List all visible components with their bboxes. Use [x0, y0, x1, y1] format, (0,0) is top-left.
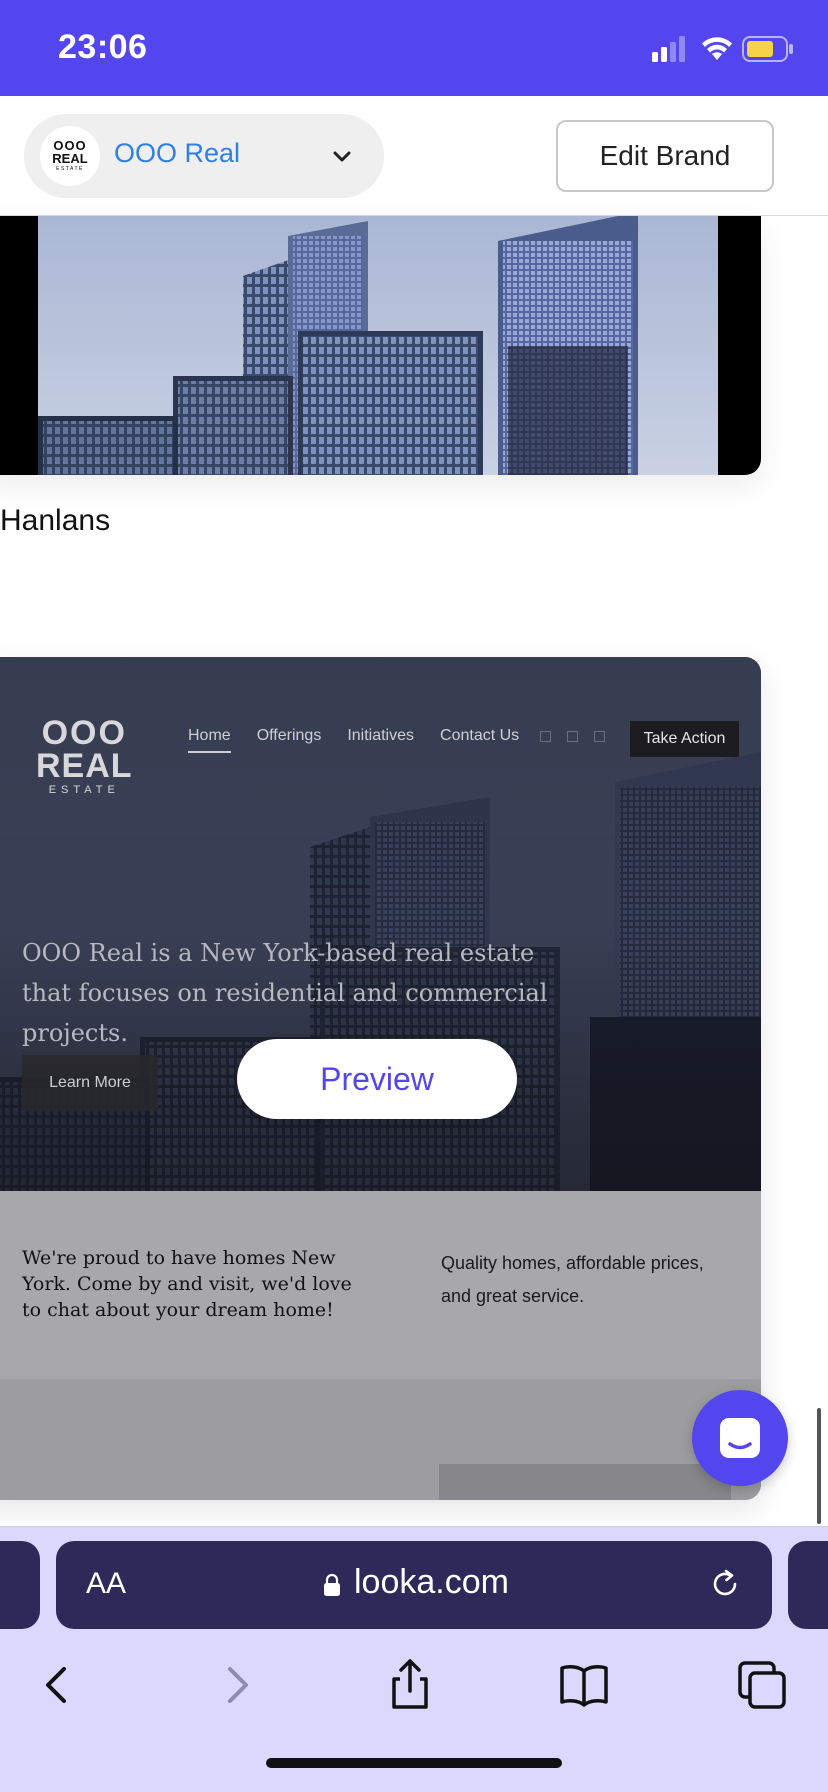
site-nav-contact: Contact Us	[440, 727, 520, 744]
template-card-image[interactable]	[0, 216, 761, 475]
hero-text: OOO Real is a New York-based real estate…	[22, 939, 548, 1047]
text-size-button[interactable]: AA	[86, 1567, 126, 1601]
bookmarks-icon[interactable]	[554, 1655, 614, 1715]
browser-bar: AA looka.com	[0, 1526, 828, 1792]
website-next-section	[0, 1379, 761, 1500]
home-indicator	[266, 1758, 562, 1768]
social-icon	[567, 731, 578, 742]
brand-logo-line3: ESTATE	[56, 166, 84, 172]
chat-icon	[720, 1418, 760, 1458]
site-logo-line1: OOO	[41, 714, 127, 752]
buildings-image	[38, 216, 718, 475]
take-action-button: Take Action	[630, 721, 739, 757]
battery-icon	[742, 36, 793, 62]
brand-header: OOO REAL ESTATE OOO Real Edit Brand	[0, 96, 828, 216]
brand-logo: OOO REAL ESTATE	[40, 126, 100, 186]
scrollbar[interactable]	[817, 1408, 821, 1524]
next-tab-preview[interactable]	[788, 1541, 828, 1629]
text-size-label: AA	[86, 1567, 127, 1600]
reload-icon[interactable]	[708, 1567, 742, 1601]
site-logo-line2: REAL	[36, 747, 133, 785]
social-icon	[594, 731, 605, 742]
chat-launcher-button[interactable]	[692, 1390, 788, 1486]
status-time: 23:06	[58, 28, 148, 66]
share-icon[interactable]	[380, 1655, 440, 1715]
brand-logo-line2: REAL	[52, 151, 88, 166]
back-icon[interactable]	[28, 1655, 88, 1715]
app-screen: 23:06 OOO REAL ESTATE OOO Real Edit Bran…	[0, 0, 828, 1792]
tabs-icon[interactable]	[732, 1655, 792, 1715]
url-text: looka.com	[354, 1563, 509, 1601]
edit-brand-button[interactable]: Edit Brand	[556, 120, 774, 192]
social-icon	[540, 731, 551, 742]
site-nav-home: Home	[188, 727, 231, 753]
site-logo-line3: ESTATE	[48, 784, 120, 796]
website-about-section: We're proud to have homes New York. Come…	[0, 1191, 761, 1379]
cellular-signal-icon	[652, 36, 685, 62]
lock-icon	[324, 1573, 340, 1596]
previous-tab-preview[interactable]	[0, 1541, 40, 1629]
site-nav-initiatives: Initiatives	[347, 727, 415, 744]
template-card-title: Hanlans	[0, 504, 111, 537]
wifi-icon	[702, 37, 732, 60]
social-icons	[540, 731, 605, 742]
site-nav: Home Offerings Initiatives Contact Us	[188, 727, 519, 753]
site-nav-offerings: Offerings	[256, 727, 322, 744]
placeholder-block	[439, 1464, 731, 1500]
about-left-text: We're proud to have homes New York. Come…	[22, 1247, 352, 1321]
about-right-text: Quality homes, affordable prices, and gr…	[441, 1253, 704, 1306]
forward-icon[interactable]	[206, 1655, 266, 1715]
template-card-website[interactable]: OOO REAL ESTATE Home Offerings Initiativ…	[0, 657, 761, 1500]
preview-button[interactable]: Preview	[237, 1039, 517, 1119]
address-bar[interactable]: AA looka.com	[56, 1541, 772, 1629]
site-logo: OOO REAL ESTATE	[36, 714, 133, 797]
learn-more-button: Learn More	[22, 1055, 158, 1111]
status-bar: 23:06	[0, 0, 828, 96]
chevron-down-icon	[333, 151, 351, 162]
brand-name: OOO Real	[114, 138, 241, 168]
brand-selector[interactable]: OOO REAL ESTATE OOO Real	[24, 114, 384, 198]
website-hero: OOO REAL ESTATE Home Offerings Initiativ…	[0, 657, 761, 1191]
